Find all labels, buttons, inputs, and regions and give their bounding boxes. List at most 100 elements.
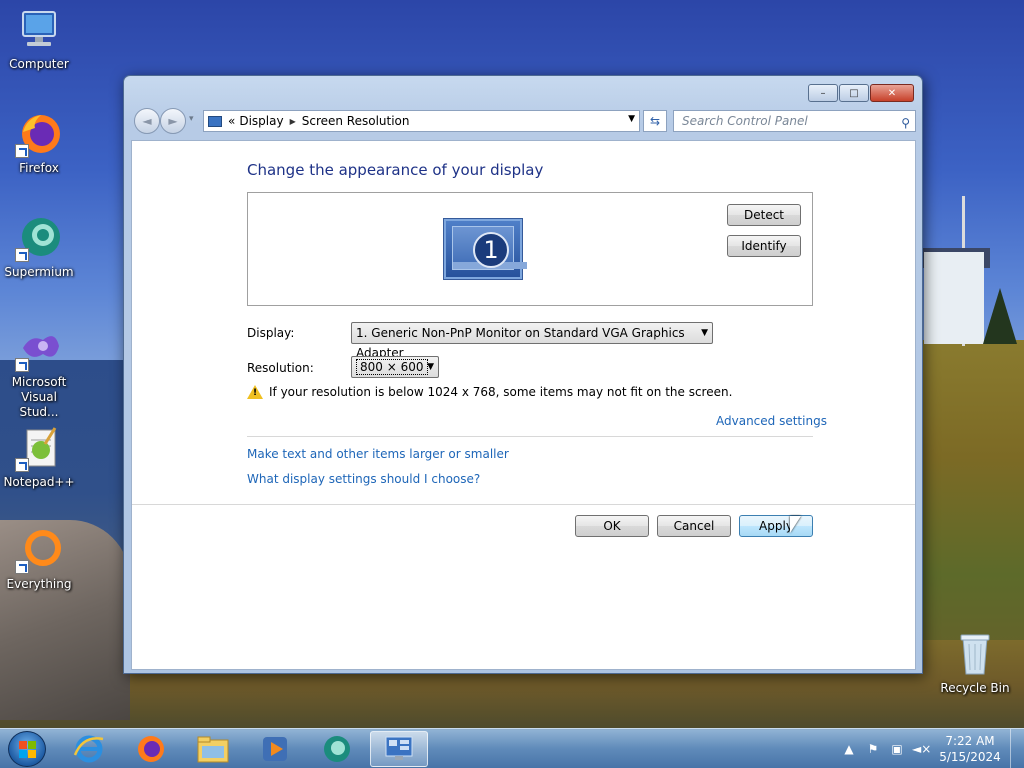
desktop-icon-label: Microsoft Visual Stud... <box>11 375 67 419</box>
breadcrumb-display[interactable]: Display <box>239 114 283 128</box>
resolution-select-value: 800 × 600 <box>356 359 428 375</box>
text-size-link[interactable]: Make text and other items larger or smal… <box>247 447 509 461</box>
desktop-icon-recycle-bin[interactable]: Recycle Bin <box>936 632 1014 696</box>
warning-icon: ! <box>247 385 263 399</box>
desktop-icon-firefox[interactable]: Firefox <box>0 112 78 176</box>
recycle-bin-icon <box>951 632 999 678</box>
monitor-1-thumbnail[interactable]: 1 <box>443 218 527 280</box>
taskbar-supermium[interactable] <box>310 731 364 767</box>
search-input[interactable]: Search Control Panel ⚲ <box>673 110 916 132</box>
close-icon: ✕ <box>887 87 897 99</box>
monitor-screen: 1 <box>452 226 527 270</box>
display-label: Display: <box>247 326 295 340</box>
chevron-down-icon: ▼ <box>427 362 434 372</box>
desktop-icon-supermium[interactable]: Supermium <box>0 216 78 280</box>
refresh-button[interactable]: ⇆ <box>643 110 667 132</box>
network-icon[interactable]: ▣ <box>888 741 906 757</box>
forward-arrow-icon: ► <box>168 114 178 128</box>
address-overflow-icon[interactable]: « <box>228 114 235 128</box>
page-title: Change the appearance of your display <box>247 161 544 179</box>
supermium-icon <box>324 736 350 762</box>
detect-button[interactable]: Detect <box>727 204 801 226</box>
shortcut-arrow-icon <box>15 144 29 158</box>
file-explorer-icon <box>197 736 229 763</box>
minimize-button[interactable]: – <box>808 84 838 102</box>
taskbar-control-panel[interactable] <box>370 731 428 767</box>
warning-text: If your resolution is below 1024 x 768, … <box>269 385 733 399</box>
cancel-button[interactable]: Cancel <box>657 515 731 537</box>
shortcut-arrow-icon <box>15 248 29 262</box>
recent-pages-button[interactable]: ▾ <box>189 114 194 124</box>
shortcut-arrow-icon <box>15 358 29 372</box>
mouse-cursor-icon <box>790 516 801 533</box>
firefox-icon <box>138 736 164 762</box>
volume-muted-icon[interactable]: ◄× <box>912 741 931 757</box>
content-pane: Change the appearance of your display 1 … <box>131 140 916 670</box>
display-control-panel-icon <box>208 115 222 127</box>
control-panel-icon <box>385 736 413 760</box>
desktop-icon-visual-studio[interactable]: Microsoft Visual Stud... <box>0 326 78 420</box>
desktop-icon-label: Everything <box>6 577 72 591</box>
monitor-number: 1 <box>473 232 509 268</box>
start-button[interactable] <box>8 731 46 767</box>
identify-button[interactable]: Identify <box>727 235 801 257</box>
advanced-settings-link[interactable]: Advanced settings <box>716 414 827 428</box>
ok-button[interactable]: OK <box>575 515 649 537</box>
taskbar-firefox[interactable] <box>124 731 178 767</box>
display-settings-help-link[interactable]: What display settings should I choose? <box>247 472 480 486</box>
shortcut-arrow-icon <box>15 560 29 574</box>
wallpaper-tree <box>983 288 1017 344</box>
minimize-icon: – <box>820 87 826 99</box>
search-icon[interactable]: ⚲ <box>901 113 910 133</box>
close-button[interactable]: ✕ <box>870 84 914 102</box>
desktop-icon-label: Recycle Bin <box>940 681 1010 695</box>
shortcut-arrow-icon <box>15 458 29 472</box>
desktop-icon-computer[interactable]: Computer <box>0 8 78 72</box>
taskbar: ▲ ⚑ ▣ ◄× 7:22 AM 5/15/2024 <box>0 728 1024 768</box>
resolution-warning: ! If your resolution is below 1024 x 768… <box>247 385 732 399</box>
breadcrumb-screen-resolution[interactable]: Screen Resolution <box>302 114 410 128</box>
resolution-select[interactable]: 800 × 600 ▼ <box>351 356 439 378</box>
desktop-icon-label: Supermium <box>4 265 74 279</box>
visual-studio-icon <box>15 326 63 372</box>
clock-time: 7:22 AM <box>945 734 995 748</box>
desktop-icon-label: Firefox <box>19 161 59 175</box>
display-select[interactable]: 1. Generic Non-PnP Monitor on Standard V… <box>351 322 713 360</box>
taskbar-file-explorer[interactable] <box>186 731 240 767</box>
show-desktop-button[interactable] <box>1010 729 1024 768</box>
computer-icon <box>15 8 63 54</box>
window-controls: – □ ✕ <box>808 84 914 102</box>
back-arrow-icon: ◄ <box>142 114 152 128</box>
chevron-down-icon: ▼ <box>701 328 708 338</box>
back-button[interactable]: ◄ <box>134 108 160 134</box>
everything-icon <box>15 528 63 574</box>
forward-button[interactable]: ► <box>160 108 186 134</box>
maximize-icon: □ <box>849 87 859 99</box>
show-hidden-icons-icon[interactable]: ▲ <box>840 741 858 757</box>
refresh-icon: ⇆ <box>649 114 661 128</box>
apply-button[interactable]: Apply <box>739 515 813 537</box>
desktop-icon-label: Notepad++ <box>3 475 75 489</box>
media-player-icon <box>263 737 287 761</box>
screen-resolution-window: – □ ✕ ◄ ► ▾ « Display ▶ Screen Resolutio… <box>123 75 923 674</box>
display-select-value: 1. Generic Non-PnP Monitor on Standard V… <box>356 326 685 360</box>
address-dropdown-icon[interactable]: ▼ <box>628 114 635 124</box>
divider <box>247 436 813 437</box>
taskbar-media-player[interactable] <box>248 731 302 767</box>
desktop-icon-everything[interactable]: Everything <box>0 528 78 592</box>
desktop-icon-notepadpp[interactable]: Notepad++ <box>0 426 78 490</box>
resolution-label: Resolution: <box>247 361 314 375</box>
windows-logo-icon <box>19 741 37 759</box>
desktop-icon-label: Computer <box>9 57 69 71</box>
maximize-button[interactable]: □ <box>839 84 869 102</box>
taskbar-internet-explorer[interactable] <box>62 731 116 767</box>
taskbar-clock[interactable]: 7:22 AM 5/15/2024 <box>936 733 1004 765</box>
firefox-icon <box>15 112 63 158</box>
address-bar[interactable]: « Display ▶ Screen Resolution ▼ <box>203 110 640 132</box>
display-preview-area: 1 Detect Identify <box>247 192 813 306</box>
navigation-bar: ◄ ► ▾ « Display ▶ Screen Resolution ▼ ⇆ … <box>132 107 916 134</box>
action-center-flag-icon[interactable]: ⚑ <box>864 741 882 757</box>
system-tray: ▲ ⚑ ▣ ◄× 7:22 AM 5/15/2024 <box>840 729 1024 768</box>
footer-divider <box>132 504 915 505</box>
clock-date: 5/15/2024 <box>939 750 1001 764</box>
